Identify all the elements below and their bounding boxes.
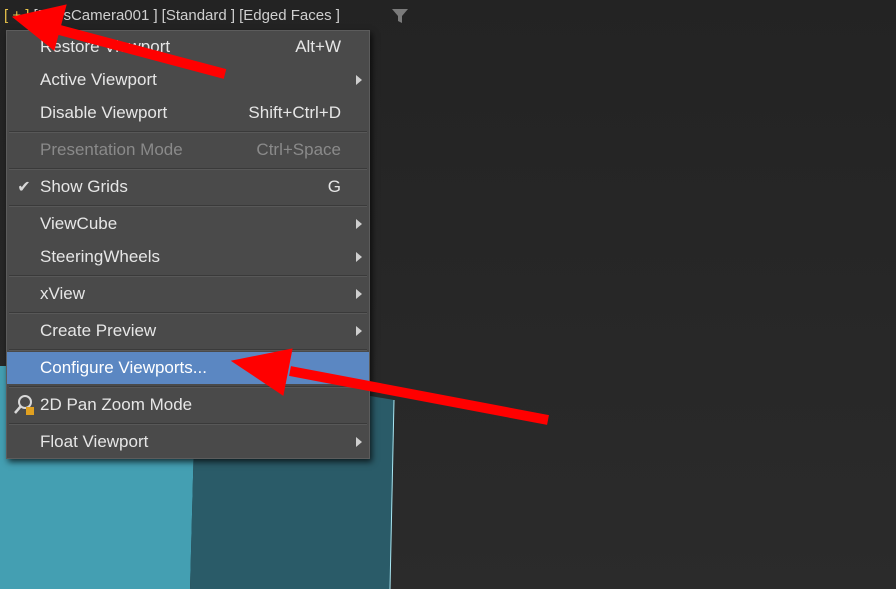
submenu-arrow-icon (356, 252, 362, 262)
menu-separator (9, 168, 367, 170)
menu-item-steeringwheels[interactable]: SteeringWheels (7, 241, 369, 273)
menu-item-label: Create Preview (40, 321, 157, 340)
viewport-label: [ + ] [PhysCamera001 ] [Standard ] [Edged F… (4, 6, 344, 26)
menu-item-configure-viewports[interactable]: Configure Viewports... (7, 352, 369, 384)
menu-item-create-preview[interactable]: Create Preview (7, 315, 369, 347)
submenu-arrow-icon (356, 437, 362, 447)
menu-item-label: xView (40, 284, 86, 303)
menu-separator (9, 423, 367, 425)
menu-item-label: SteeringWheels (40, 247, 161, 266)
menu-separator (9, 386, 367, 388)
menu-item-label: Restore Viewport (40, 37, 171, 56)
pan-zoom-icon (11, 389, 37, 421)
menu-item-shortcut: Ctrl+Space (256, 140, 341, 159)
menu-separator (9, 312, 367, 314)
menu-item-shortcut: Alt+W (295, 37, 341, 56)
menu-separator (9, 349, 367, 351)
menu-item-label: Presentation Mode (40, 140, 183, 159)
menu-item-disable-viewport[interactable]: Disable Viewport Shift+Ctrl+D (7, 97, 369, 129)
viewport-context-menu: Restore Viewport Alt+W Active Viewport D… (6, 30, 370, 459)
menu-item-presentation-mode: Presentation Mode Ctrl+Space (7, 134, 369, 166)
menu-item-xview[interactable]: xView (7, 278, 369, 310)
checkmark-icon: ✔ (17, 179, 31, 196)
menu-separator (9, 205, 367, 207)
menu-item-shortcut: G (327, 177, 341, 196)
viewport-mode-label[interactable]: [Edged Faces ] (239, 6, 340, 26)
viewport-shading-label[interactable]: [Standard ] (162, 6, 235, 26)
menu-item-shortcut: Shift+Ctrl+D (248, 103, 341, 122)
menu-separator (9, 275, 367, 277)
filter-funnel-icon[interactable] (391, 8, 409, 24)
menu-item-label: 2D Pan Zoom Mode (40, 395, 193, 414)
menu-item-float-viewport[interactable]: Float Viewport (7, 426, 369, 458)
submenu-arrow-icon (356, 75, 362, 85)
menu-item-viewcube[interactable]: ViewCube (7, 208, 369, 240)
submenu-arrow-icon (356, 326, 362, 336)
menu-item-show-grids[interactable]: ✔ Show Grids G (7, 171, 369, 203)
menu-item-restore-viewport[interactable]: Restore Viewport Alt+W (7, 31, 369, 63)
menu-item-label: Active Viewport (40, 70, 157, 89)
menu-item-active-viewport[interactable]: Active Viewport (7, 64, 369, 96)
viewport-camera-label[interactable]: [PhysCamera001 ] (33, 6, 157, 26)
submenu-arrow-icon (356, 219, 362, 229)
menu-item-2d-pan-zoom-mode[interactable]: 2D Pan Zoom Mode (7, 389, 369, 421)
menu-item-label: ViewCube (40, 214, 118, 233)
menu-separator (9, 131, 367, 133)
viewport-menu-plus[interactable]: [ + ] (4, 6, 29, 26)
submenu-arrow-icon (356, 289, 362, 299)
menu-item-label: Float Viewport (40, 432, 149, 451)
menu-item-label: Disable Viewport (40, 103, 168, 122)
menu-item-label: Show Grids (40, 177, 128, 196)
menu-item-label: Configure Viewports... (40, 358, 207, 377)
